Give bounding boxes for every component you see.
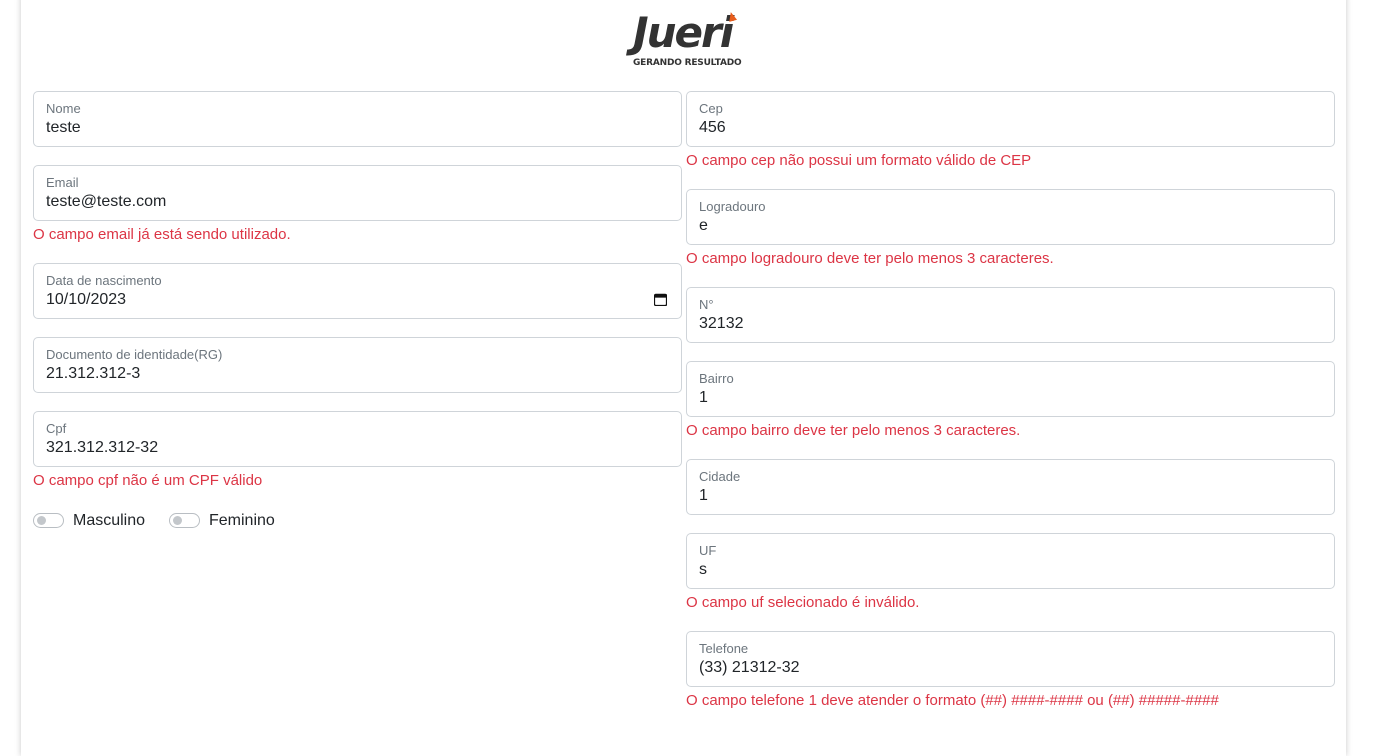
feminino-label[interactable]: Feminino [209,512,275,530]
telefone-error: O campo telefone 1 deve atender o format… [686,692,1219,709]
telefone-field[interactable]: Telefone (33) 21312-32 [686,631,1335,687]
masculino-toggle[interactable] [33,513,64,528]
masculino-label[interactable]: Masculino [73,512,145,530]
cep-field[interactable]: Cep 456 [686,91,1335,147]
uf-label: UF [699,543,717,558]
uf-error: O campo uf selecionado é inválido. [686,594,920,611]
nascimento-field[interactable]: Data de nascimento 10/10/2023 [33,263,682,319]
logradouro-label: Logradouro [699,199,766,214]
logo-wordmark: Jueri [633,8,734,57]
rg-field[interactable]: Documento de identidade(RG) 21.312.312-3 [33,337,682,393]
rg-label: Documento de identidade(RG) [46,347,223,362]
uf-value[interactable]: s [699,561,707,579]
nascimento-label: Data de nascimento [46,273,162,288]
uf-field[interactable]: UF s [686,533,1335,589]
cep-value[interactable]: 456 [699,119,726,137]
cidade-value[interactable]: 1 [699,487,708,505]
cep-error: O campo cep não possui um formato válido… [686,152,1032,169]
nascimento-value[interactable]: 10/10/2023 [46,291,126,309]
rg-value[interactable]: 21.312.312-3 [46,365,140,383]
nome-value[interactable]: teste [46,119,81,137]
logradouro-field[interactable]: Logradouro e [686,189,1335,245]
toggle-knob [37,516,46,525]
cpf-field[interactable]: Cpf 321.312.312-32 [33,411,682,467]
nome-field[interactable]: Nome teste [33,91,682,147]
flame-icon [726,11,738,22]
feminino-toggle[interactable] [169,513,200,528]
telefone-value[interactable]: (33) 21312-32 [699,659,800,677]
cpf-error: O campo cpf não é um CPF válido [33,472,263,489]
email-error: O campo email já está sendo utilizado. [33,226,291,243]
numero-label: N° [699,297,714,312]
email-field[interactable]: Email teste@teste.com [33,165,682,221]
cidade-field[interactable]: Cidade 1 [686,459,1335,515]
toggle-knob [173,516,182,525]
bairro-label: Bairro [699,371,734,386]
logradouro-value[interactable]: e [699,217,708,235]
logo-tagline: GERANDO RESULTADO [633,58,742,68]
logradouro-error: O campo logradouro deve ter pelo menos 3… [686,250,1054,267]
numero-field[interactable]: N° 32132 [686,287,1335,343]
brand-logo: Jueri GERANDO RESULTADO [611,8,742,70]
calendar-icon[interactable] [654,293,667,306]
cep-label: Cep [699,101,723,116]
email-label: Email [46,175,79,190]
cpf-value[interactable]: 321.312.312-32 [46,439,158,457]
cidade-label: Cidade [699,469,741,484]
cpf-label: Cpf [46,421,67,436]
email-value[interactable]: teste@teste.com [46,193,166,211]
telefone-label: Telefone [699,641,749,656]
bairro-value[interactable]: 1 [699,389,708,407]
nome-label: Nome [46,101,81,116]
bairro-field[interactable]: Bairro 1 [686,361,1335,417]
numero-value[interactable]: 32132 [699,315,744,333]
bairro-error: O campo bairro deve ter pelo menos 3 car… [686,422,1021,439]
